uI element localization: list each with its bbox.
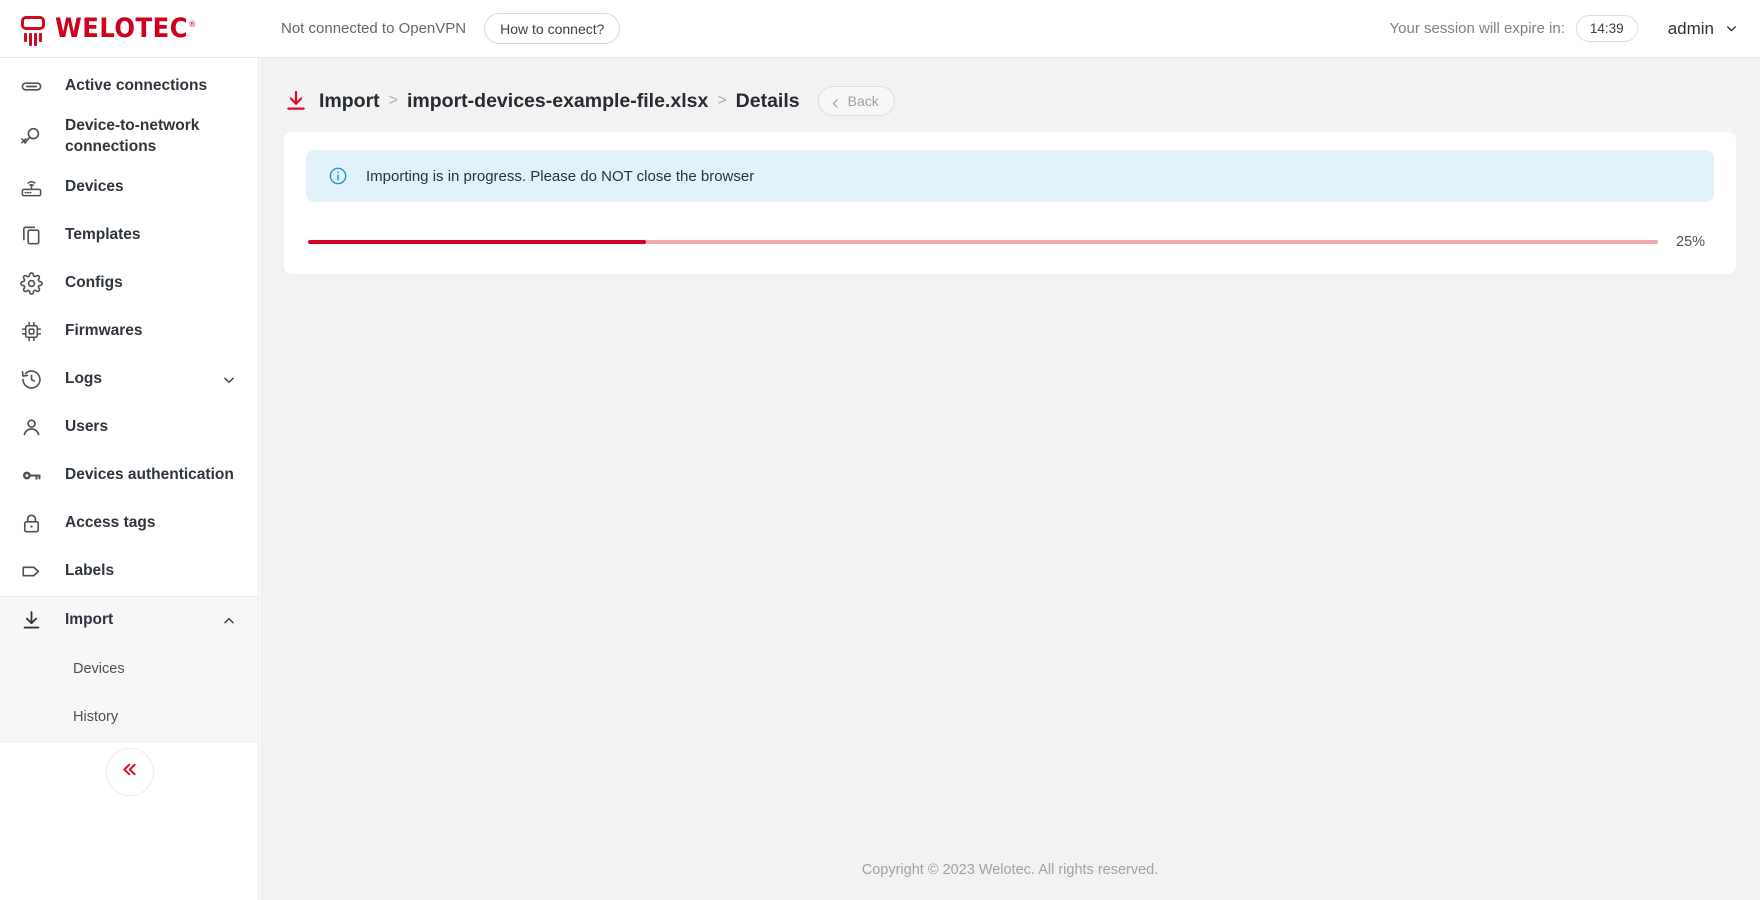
sidebar-item-templates[interactable]: Templates bbox=[0, 212, 258, 260]
sidebar-item-device-to-network-connections[interactable]: Device-to-network connections bbox=[0, 110, 258, 164]
brand-name: WELOTEC® bbox=[55, 15, 197, 42]
sidebar-collapse-area bbox=[0, 748, 259, 796]
sidebar-item-firmwares[interactable]: Firmwares bbox=[0, 308, 258, 356]
sidebar-item-label: Labels bbox=[65, 561, 236, 582]
key-icon bbox=[16, 464, 46, 487]
user-icon bbox=[16, 416, 46, 439]
sidebar-nav-list: Active connections Device-to-network con… bbox=[0, 58, 258, 742]
chevron-up-icon[interactable] bbox=[222, 614, 236, 628]
sidebar-item-label: Device-to-network connections bbox=[65, 116, 236, 158]
how-to-connect-button[interactable]: How to connect? bbox=[484, 13, 620, 44]
chevron-down-icon[interactable] bbox=[222, 373, 236, 387]
sidebar-item-configs[interactable]: Configs bbox=[0, 260, 258, 308]
tag-icon bbox=[16, 560, 46, 583]
registered-mark: ® bbox=[188, 20, 197, 30]
breadcrumb-separator: > bbox=[717, 92, 726, 110]
sidebar-item-label: Devices authentication bbox=[65, 465, 236, 486]
sidebar-item-label: Access tags bbox=[65, 513, 236, 534]
gear-icon bbox=[16, 272, 46, 295]
session-timer: 14:39 bbox=[1576, 15, 1638, 42]
import-download-icon bbox=[16, 609, 46, 632]
welotec-device-logo-icon bbox=[20, 13, 46, 45]
copyright-text: Copyright © 2023 Welotec. All rights res… bbox=[862, 862, 1159, 878]
history-clock-icon bbox=[16, 368, 46, 391]
router-icon bbox=[16, 176, 46, 199]
alert-message: Importing is in progress. Please do NOT … bbox=[366, 168, 754, 185]
progress-bar-track bbox=[308, 240, 1658, 244]
search-x-icon bbox=[16, 125, 46, 148]
top-bar: WELOTEC® Not connected to OpenVPN How to… bbox=[0, 0, 1760, 58]
user-name-label: admin bbox=[1668, 19, 1714, 39]
user-menu[interactable]: admin bbox=[1668, 19, 1738, 39]
footer: Copyright © 2023 Welotec. All rights res… bbox=[260, 840, 1760, 900]
import-details-card: Importing is in progress. Please do NOT … bbox=[284, 132, 1736, 274]
breadcrumb-root[interactable]: Import bbox=[319, 90, 380, 113]
copy-icon bbox=[16, 224, 46, 247]
sidebar-item-devices[interactable]: Devices bbox=[0, 164, 258, 212]
vpn-status-text: Not connected to OpenVPN bbox=[281, 20, 466, 37]
sidebar-item-label: Active connections bbox=[65, 76, 236, 97]
sidebar-item-label: Configs bbox=[65, 273, 236, 294]
sidebar-subitem-import-history[interactable]: History bbox=[0, 693, 258, 741]
progress-bar-fill bbox=[308, 240, 646, 244]
sidebar-item-access-tags[interactable]: Access tags bbox=[0, 500, 258, 548]
sidebar-item-label: Import bbox=[65, 610, 216, 631]
sidebar: Active connections Device-to-network con… bbox=[0, 58, 259, 900]
sidebar-item-label: Devices bbox=[65, 177, 236, 198]
brand-name-text: WELOTEC bbox=[55, 13, 188, 44]
sidebar-item-label: Logs bbox=[65, 369, 216, 390]
brand-logo[interactable]: WELOTEC® bbox=[0, 0, 259, 58]
sidebar-item-import[interactable]: Import bbox=[0, 597, 258, 645]
sidebar-subitem-import-devices[interactable]: Devices bbox=[0, 645, 258, 693]
page-header: Import > import-devices-example-file.xls… bbox=[260, 58, 1760, 120]
sidebar-item-label: Firmwares bbox=[65, 321, 236, 342]
info-circle-icon bbox=[328, 166, 348, 186]
back-button-label: Back bbox=[848, 93, 879, 109]
breadcrumb-current: Details bbox=[736, 90, 800, 113]
session-expiry-label: Your session will expire in: bbox=[1390, 20, 1565, 37]
breadcrumb-separator: > bbox=[389, 92, 398, 110]
import-progress-alert: Importing is in progress. Please do NOT … bbox=[306, 150, 1714, 202]
chip-icon bbox=[16, 320, 46, 343]
sidebar-item-devices-authentication[interactable]: Devices authentication bbox=[0, 452, 258, 500]
sidebar-item-logs[interactable]: Logs bbox=[0, 356, 258, 404]
double-chevron-left-icon bbox=[120, 760, 139, 784]
link-icon bbox=[16, 75, 46, 98]
import-download-icon bbox=[284, 89, 308, 113]
sidebar-collapse-button[interactable] bbox=[106, 748, 154, 796]
sidebar-item-active-connections[interactable]: Active connections bbox=[0, 62, 258, 110]
sidebar-item-label: Users bbox=[65, 417, 236, 438]
sidebar-group-import: Import Devices History bbox=[0, 596, 258, 742]
sidebar-item-labels[interactable]: Labels bbox=[0, 548, 258, 596]
import-progress-row: 25% bbox=[306, 234, 1714, 250]
lock-icon bbox=[16, 512, 46, 535]
topbar-right-group: Your session will expire in: 14:39 admin bbox=[1390, 15, 1760, 42]
progress-percent-label: 25% bbox=[1676, 234, 1714, 250]
back-button[interactable]: Back bbox=[818, 86, 895, 116]
main-content: Import > import-devices-example-file.xls… bbox=[260, 58, 1760, 900]
breadcrumb-file[interactable]: import-devices-example-file.xlsx bbox=[407, 90, 708, 113]
sidebar-item-label: Templates bbox=[65, 225, 236, 246]
chevron-left-icon bbox=[830, 96, 841, 107]
breadcrumb: Import > import-devices-example-file.xls… bbox=[319, 90, 800, 113]
chevron-down-icon bbox=[1725, 22, 1738, 35]
sidebar-item-users[interactable]: Users bbox=[0, 404, 258, 452]
